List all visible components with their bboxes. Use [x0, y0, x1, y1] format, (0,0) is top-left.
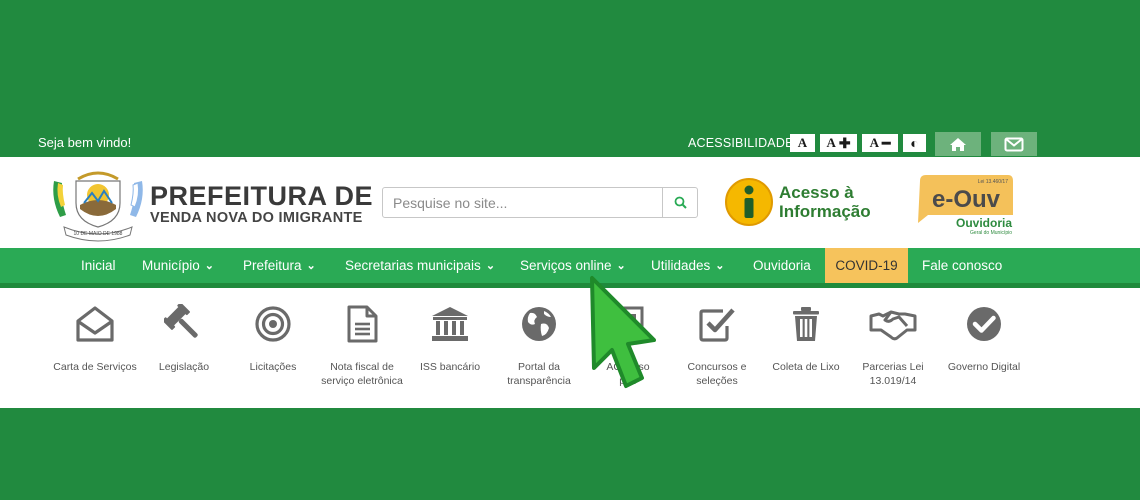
service-concursos-selecoes[interactable]: Concursos e seleções	[673, 304, 761, 388]
service-label: Concursos e seleções	[687, 361, 747, 387]
site-search: Pesquise no site...	[382, 187, 698, 218]
font-normal-letter: A	[797, 135, 808, 150]
bullseye-icon	[255, 306, 291, 342]
nav-label: Secretarias municipais	[345, 258, 481, 273]
top-bar: Seja bem vindo! ACESSIBILIDADE: A A ✚ A …	[0, 130, 1140, 157]
service-label: Governo Digital	[947, 361, 1021, 373]
nav-label: COVID-19	[835, 258, 898, 273]
welcome-text: Seja bem vindo!	[38, 135, 132, 150]
chevron-down-icon: ⌄	[485, 260, 496, 272]
mouse-pointer-icon	[590, 276, 656, 388]
service-label: Licitações	[249, 361, 297, 373]
service-label: Carta de Serviços	[53, 361, 137, 373]
document-icon	[347, 305, 378, 343]
trash-icon	[793, 307, 819, 341]
font-decrease-letter: A	[869, 135, 879, 150]
service-label: Nota fiscal de serviço eletrônica	[321, 361, 403, 387]
nav-label: Ouvidoria	[753, 258, 811, 273]
font-normal-button[interactable]: A	[790, 134, 815, 152]
service-legislacao[interactable]: Legislação	[140, 302, 228, 374]
service-coleta-de-lixo[interactable]: Coleta de Lixo	[762, 304, 850, 374]
nav-prefeitura[interactable]: Prefeitura ⌄	[243, 248, 316, 283]
chevron-down-icon: ⌄	[204, 260, 214, 272]
service-label: Parcerias Lei 13.019/14	[862, 361, 924, 387]
service-label: ISS bancário	[419, 361, 481, 373]
service-label: Portal da transparência	[507, 361, 571, 387]
check-circle-icon	[967, 307, 1001, 341]
search-input[interactable]: Pesquise no site...	[393, 195, 507, 211]
plus-icon: ✚	[838, 134, 851, 151]
services-shortcuts: Carta de Serviços Legislação Licitações	[0, 288, 1140, 408]
eouv-law-text: Lei 13.460/17	[978, 179, 1009, 185]
chevron-down-icon: ⌄	[715, 260, 725, 272]
acesso-informacao-link[interactable]: Acesso à Informação	[724, 177, 884, 229]
info-icon	[725, 178, 773, 226]
eouv-sub: Ouvidoria	[956, 216, 1012, 230]
acesso-line1: Acesso à	[779, 183, 854, 202]
chevron-down-icon: ⌄	[306, 260, 316, 272]
globe-icon	[522, 307, 556, 341]
eouv-name: e-Ouv	[932, 186, 1001, 213]
service-licitacoes[interactable]: Licitações	[229, 304, 317, 374]
mail-icon	[1004, 137, 1024, 151]
nav-municipio[interactable]: Município ⌄	[142, 248, 214, 283]
site-header: 10 DE MAIO DE 1988 PREFEITURA DE VENDA N…	[0, 157, 1140, 248]
service-governo-digital[interactable]: Governo Digital	[940, 304, 1028, 374]
gavel-icon	[162, 302, 198, 338]
nav-label: Fale conosco	[922, 258, 1003, 273]
home-icon	[950, 137, 966, 151]
minus-icon: ━	[881, 134, 891, 151]
accessibility-label: ACESSIBILIDADE:	[688, 136, 798, 150]
nav-fale-conosco[interactable]: Fale conosco	[922, 248, 1002, 283]
service-parcerias-lei[interactable]: Parcerias Lei 13.019/14	[849, 304, 937, 388]
font-decrease-button[interactable]: A ━	[862, 134, 898, 152]
main-navigation: Inicial Município ⌄ Prefeitura ⌄ Secretari…	[0, 248, 1140, 283]
service-iss-bancario[interactable]: ISS bancário	[406, 304, 494, 374]
brand-title[interactable]: PREFEITURA DE	[150, 181, 373, 212]
acesso-line2: Informação	[779, 202, 871, 221]
contact-mail-button[interactable]	[991, 132, 1037, 156]
nav-label: Serviços online	[520, 258, 612, 273]
e-ouv-ouvidoria-link[interactable]: Lei 13.460/17 e-Ouv Ouvidoria Geral do M…	[916, 171, 1016, 237]
nav-label: Município	[142, 258, 200, 273]
service-carta-de-servicos[interactable]: Carta de Serviços	[51, 304, 139, 374]
handshake-icon	[869, 310, 917, 341]
nav-label: Utilidades	[651, 258, 711, 273]
search-icon	[674, 196, 687, 209]
contrast-button[interactable]: ◐	[903, 134, 926, 152]
check-square-icon	[699, 308, 735, 342]
nav-covid-19[interactable]: COVID-19	[825, 248, 908, 283]
nav-ouvidoria[interactable]: Ouvidoria	[753, 248, 811, 283]
chevron-down-icon: ⌄	[616, 260, 626, 272]
bank-icon	[432, 307, 468, 341]
font-increase-button[interactable]: A ✚	[820, 134, 857, 152]
service-portal-transparencia[interactable]: Portal da transparência	[495, 304, 583, 388]
acesso-informacao-label: Acesso à Informação	[779, 183, 871, 221]
nav-label: Inicial	[81, 258, 116, 273]
eouv-sub2: Geral do Município	[970, 230, 1012, 236]
service-nota-fiscal[interactable]: Nota fiscal de serviço eletrônica	[318, 304, 406, 388]
home-button[interactable]	[935, 132, 981, 156]
brand-subtitle[interactable]: VENDA NOVA DO IMIGRANTE	[150, 210, 363, 226]
nav-inicial[interactable]: Inicial	[81, 248, 116, 283]
service-label: Coleta de Lixo	[772, 361, 840, 373]
nav-label: Prefeitura	[243, 258, 302, 273]
font-increase-letter: A	[826, 135, 836, 150]
envelope-open-icon	[76, 306, 114, 342]
city-coat-of-arms-logo[interactable]: 10 DE MAIO DE 1988	[50, 165, 146, 243]
search-button[interactable]	[662, 188, 697, 217]
nav-secretarias[interactable]: Secretarias municipais ⌄	[345, 248, 495, 283]
contrast-icon: ◐	[910, 135, 919, 151]
logo-ribbon-text: 10 DE MAIO DE 1988	[74, 231, 123, 237]
service-label: Legislação	[158, 361, 210, 373]
